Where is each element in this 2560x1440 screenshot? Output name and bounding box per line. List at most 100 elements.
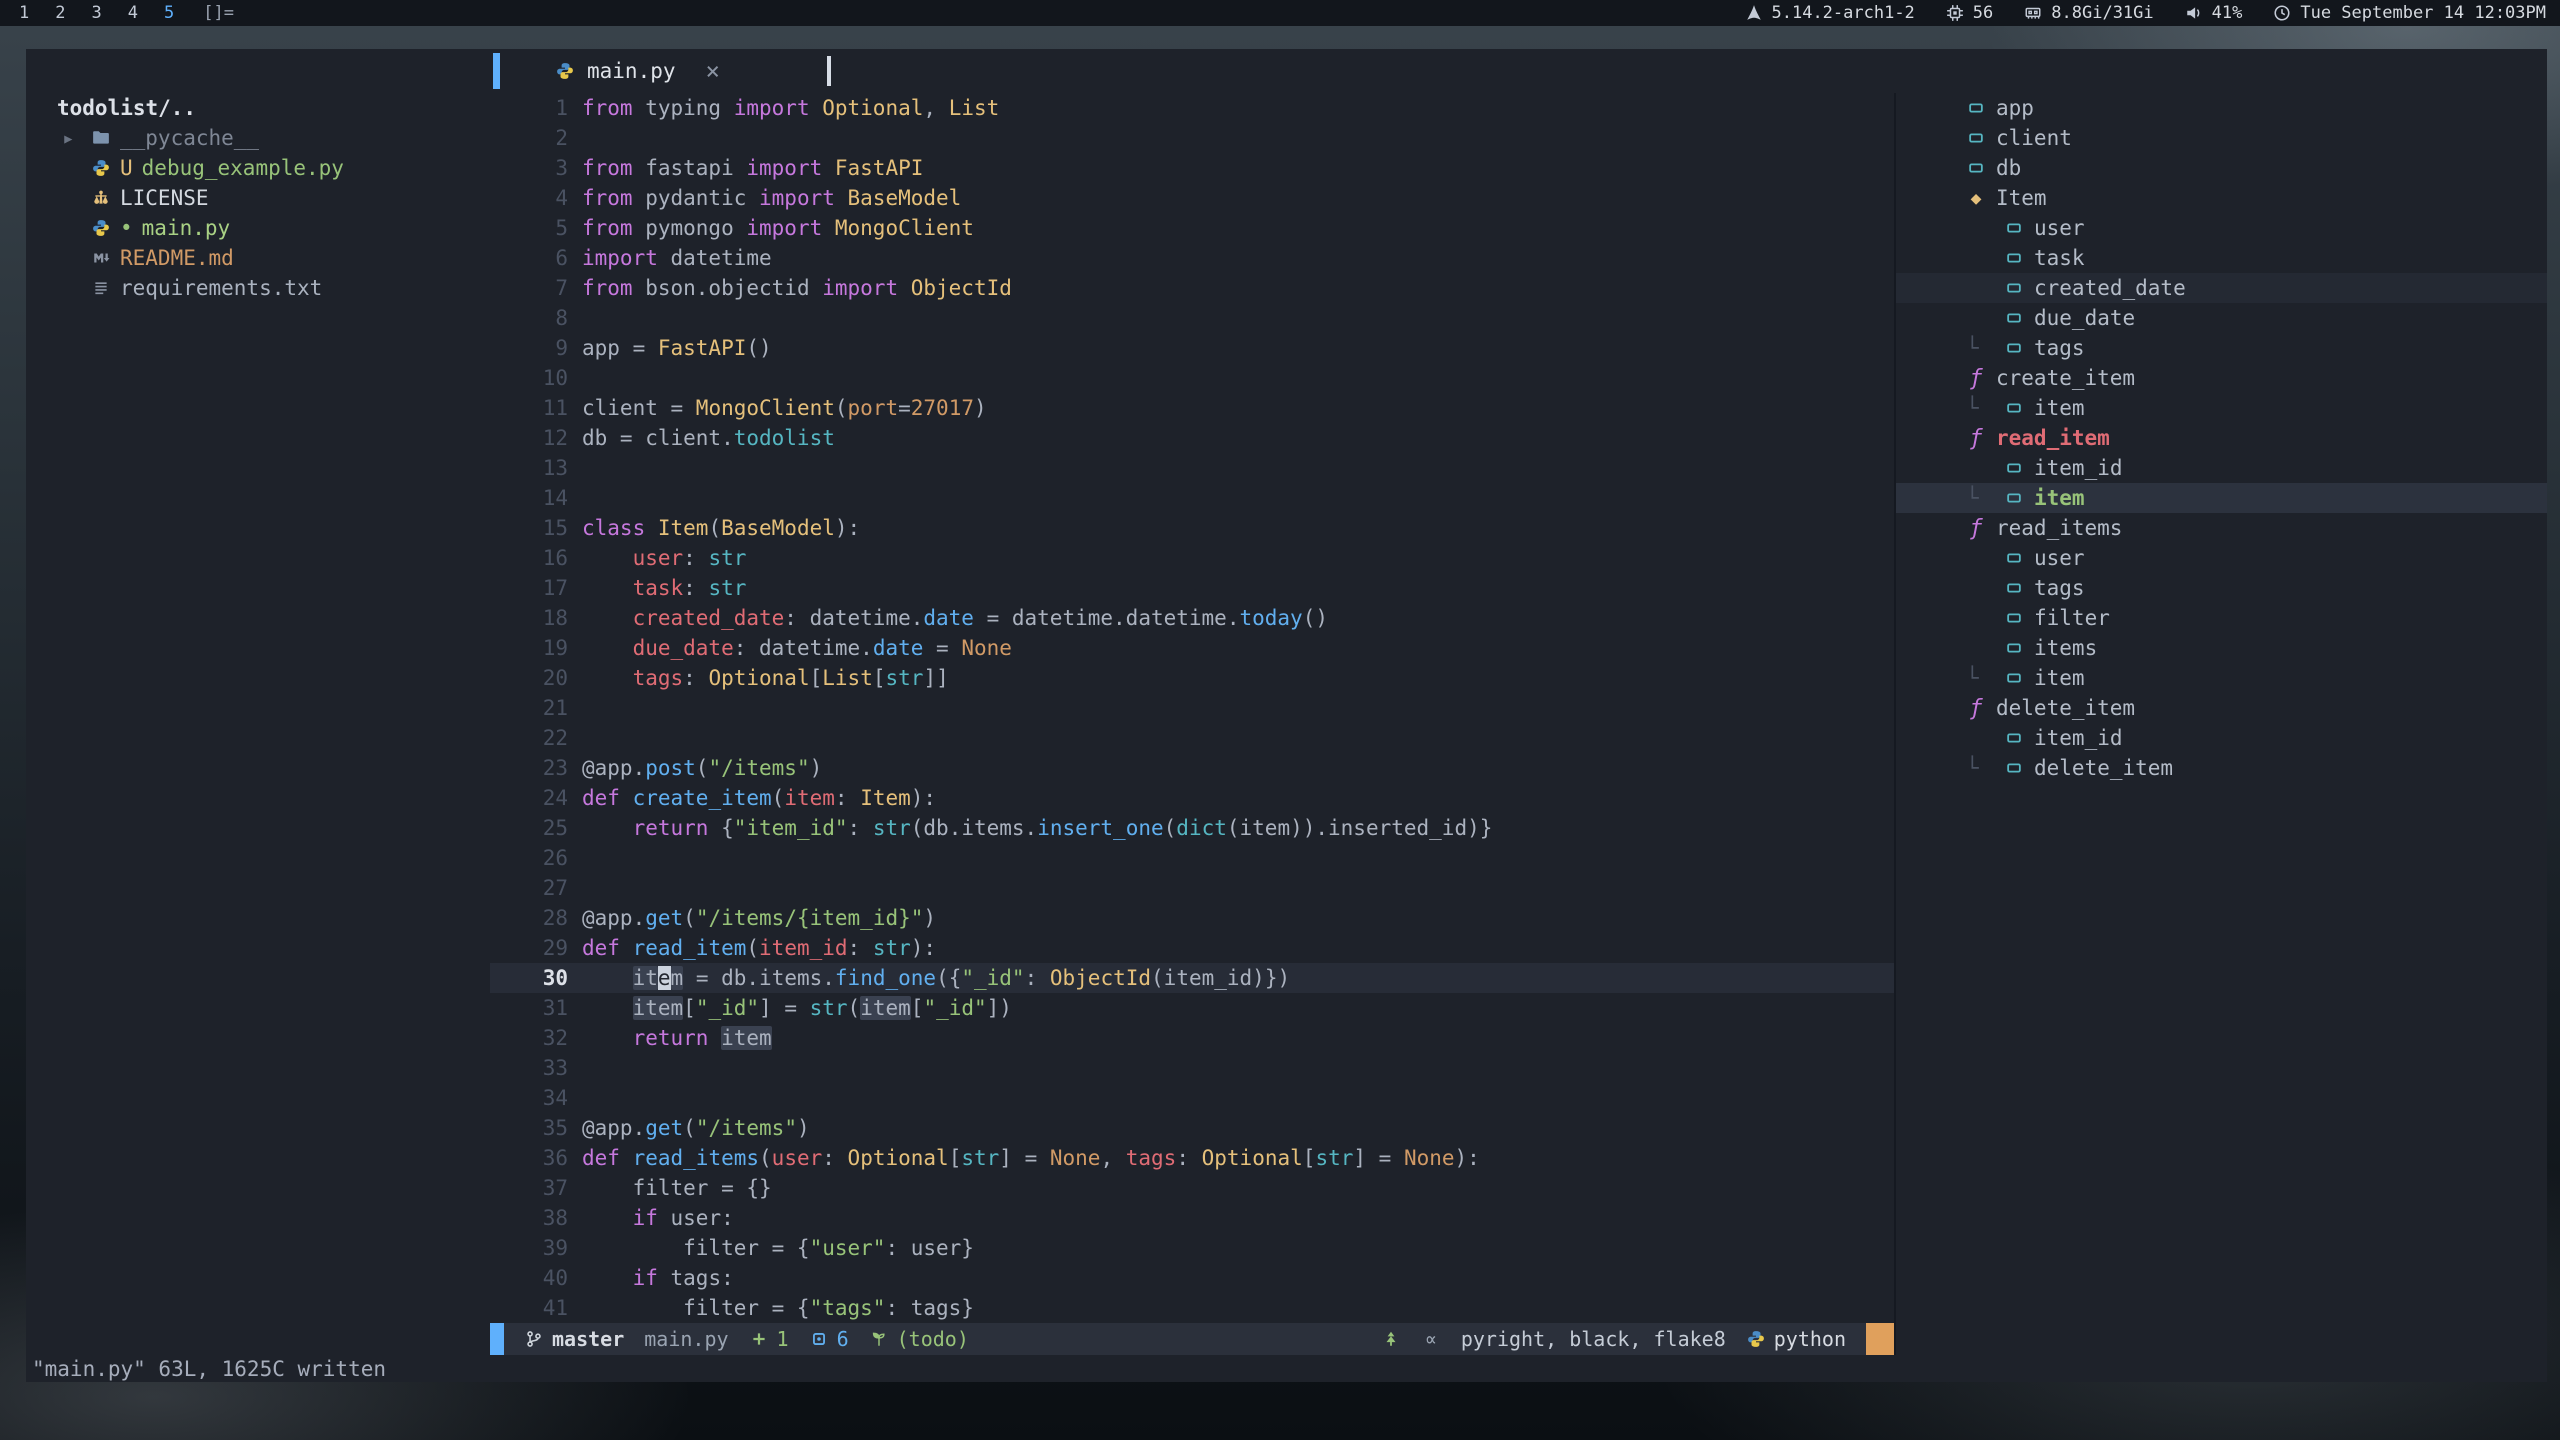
code-line[interactable]: 21 <box>490 693 1894 723</box>
line-number: 39 <box>490 1233 582 1263</box>
code-line[interactable]: 7from bson.objectid import ObjectId <box>490 273 1894 303</box>
symbol-row-item_id[interactable]: item_id <box>1896 453 2547 483</box>
code-line[interactable]: 16 user: str <box>490 543 1894 573</box>
symbol-row-read_item[interactable]: ƒread_item <box>1896 423 2547 453</box>
code-line[interactable]: 23@app.post("/items") <box>490 753 1894 783</box>
code-line[interactable]: 37 filter = {} <box>490 1173 1894 1203</box>
code-line[interactable]: 27 <box>490 873 1894 903</box>
memory-icon <box>2023 3 2043 23</box>
symbol-row-client[interactable]: client <box>1896 123 2547 153</box>
symbol-label: item_id <box>2034 726 2123 750</box>
code-line[interactable]: 38 if user: <box>490 1203 1894 1233</box>
symbol-row-tags[interactable]: └tags <box>1896 333 2547 363</box>
symbol-row-task[interactable]: task <box>1896 243 2547 273</box>
code-line[interactable]: 26 <box>490 843 1894 873</box>
code-line[interactable]: 33 <box>490 1053 1894 1083</box>
symbol-row-filter[interactable]: filter <box>1896 603 2547 633</box>
symbol-row-item[interactable]: └item <box>1896 393 2547 423</box>
code-line[interactable]: 32 return item <box>490 1023 1894 1053</box>
code-line[interactable]: 11client = MongoClient(port=27017) <box>490 393 1894 423</box>
code-line[interactable]: 29def read_item(item_id: str): <box>490 933 1894 963</box>
code-line[interactable]: 20 tags: Optional[List[str]] <box>490 663 1894 693</box>
code-line[interactable]: 1from typing import Optional, List <box>490 93 1894 123</box>
status-text: 56 <box>1973 3 1993 23</box>
code-line[interactable]: 5from pymongo import MongoClient <box>490 213 1894 243</box>
code-line[interactable]: 25 return {"item_id": str(db.items.inser… <box>490 813 1894 843</box>
tab-main-py[interactable]: main.py × <box>555 49 720 93</box>
code-line[interactable]: 35@app.get("/items") <box>490 1113 1894 1143</box>
license-icon <box>91 188 111 208</box>
function-icon: ƒ <box>1966 518 1986 538</box>
file-tree-item-__pycache__[interactable]: ▸__pycache__ <box>26 123 490 153</box>
todo-icon <box>869 1329 889 1349</box>
file-tree-root[interactable]: todolist/.. <box>26 93 490 123</box>
code-text: def read_item(item_id: str): <box>582 933 936 963</box>
code-line[interactable]: 14 <box>490 483 1894 513</box>
code-line[interactable]: 8 <box>490 303 1894 333</box>
symbol-row-user[interactable]: user <box>1896 543 2547 573</box>
code-line[interactable]: 10 <box>490 363 1894 393</box>
code-line[interactable]: 17 task: str <box>490 573 1894 603</box>
python-icon <box>555 61 575 81</box>
python-icon <box>91 218 111 238</box>
workspace-button-1[interactable]: 1 <box>6 3 42 23</box>
file-tree-item-debug_example.py[interactable]: Udebug_example.py <box>26 153 490 183</box>
symbol-row-item_id[interactable]: item_id <box>1896 723 2547 753</box>
workspace-button-4[interactable]: 4 <box>115 3 151 23</box>
symbol-label: filter <box>2034 606 2110 630</box>
tree-connector: └ <box>1966 336 1994 360</box>
code-line[interactable]: 9app = FastAPI() <box>490 333 1894 363</box>
workspace-button-3[interactable]: 3 <box>79 3 115 23</box>
workspace-button-2[interactable]: 2 <box>42 3 78 23</box>
kernel-icon <box>1744 3 1764 23</box>
code-line[interactable]: 18 created_date: datetime.date = datetim… <box>490 603 1894 633</box>
symbol-label: user <box>2034 546 2085 570</box>
variable-icon <box>2004 578 2024 598</box>
code-line[interactable]: 28@app.get("/items/{item_id}") <box>490 903 1894 933</box>
code-line[interactable]: 22 <box>490 723 1894 753</box>
symbol-row-Item[interactable]: ◆Item <box>1896 183 2547 213</box>
diff-add-icon <box>749 1329 769 1349</box>
symbol-row-item[interactable]: └item <box>1896 483 2547 513</box>
code-line[interactable]: 39 filter = {"user": user} <box>490 1233 1894 1263</box>
code-line[interactable]: 2 <box>490 123 1894 153</box>
code-line[interactable]: 40 if tags: <box>490 1263 1894 1293</box>
symbol-row-app[interactable]: app <box>1896 93 2547 123</box>
symbol-row-items[interactable]: items <box>1896 633 2547 663</box>
volume-status: 41% <box>2184 3 2243 23</box>
symbol-row-create_item[interactable]: ƒcreate_item <box>1896 363 2547 393</box>
symbol-row-due_date[interactable]: due_date <box>1896 303 2547 333</box>
symbol-row-db[interactable]: db <box>1896 153 2547 183</box>
code-line[interactable]: 31 item["_id"] = str(item["_id"]) <box>490 993 1894 1023</box>
line-number: 17 <box>490 573 582 603</box>
code-text: @app.post("/items") <box>582 753 822 783</box>
code-line[interactable]: 3from fastapi import FastAPI <box>490 153 1894 183</box>
code-line[interactable]: 34 <box>490 1083 1894 1113</box>
symbol-row-tags[interactable]: tags <box>1896 573 2547 603</box>
code-line[interactable]: 24def create_item(item: Item): <box>490 783 1894 813</box>
symbol-row-item[interactable]: └item <box>1896 663 2547 693</box>
code-line[interactable]: 6import datetime <box>490 243 1894 273</box>
code-line[interactable]: 4from pydantic import BaseModel <box>490 183 1894 213</box>
symbol-row-user[interactable]: user <box>1896 213 2547 243</box>
symbol-row-read_items[interactable]: ƒread_items <box>1896 513 2547 543</box>
symbol-row-delete_item[interactable]: ƒdelete_item <box>1896 693 2547 723</box>
file-tree-item-requirements.txt[interactable]: requirements.txt <box>26 273 490 303</box>
code-line[interactable]: 30 item = db.items.find_one({"_id": Obje… <box>490 963 1894 993</box>
tab-close-icon[interactable]: × <box>706 57 720 85</box>
code-line[interactable]: 12db = client.todolist <box>490 423 1894 453</box>
code-line[interactable]: 13 <box>490 453 1894 483</box>
symbol-row-created_date[interactable]: created_date <box>1896 273 2547 303</box>
code-line[interactable]: 19 due_date: datetime.date = None <box>490 633 1894 663</box>
workspace-button-5[interactable]: 5 <box>151 3 187 23</box>
code-line[interactable]: 36def read_items(user: Optional[str] = N… <box>490 1143 1894 1173</box>
file-tree-item-main.py[interactable]: •main.py <box>26 213 490 243</box>
code-text: from pymongo import MongoClient <box>582 213 974 243</box>
symbol-row-delete_item[interactable]: └delete_item <box>1896 753 2547 783</box>
code-line[interactable]: 15class Item(BaseModel): <box>490 513 1894 543</box>
file-tree-item-LICENSE[interactable]: LICENSE <box>26 183 490 213</box>
code-line[interactable]: 41 filter = {"tags": tags} <box>490 1293 1894 1323</box>
file-tree-item-README.md[interactable]: README.md <box>26 243 490 273</box>
link-icon: ∝ <box>1421 1329 1441 1349</box>
line-number: 15 <box>490 513 582 543</box>
